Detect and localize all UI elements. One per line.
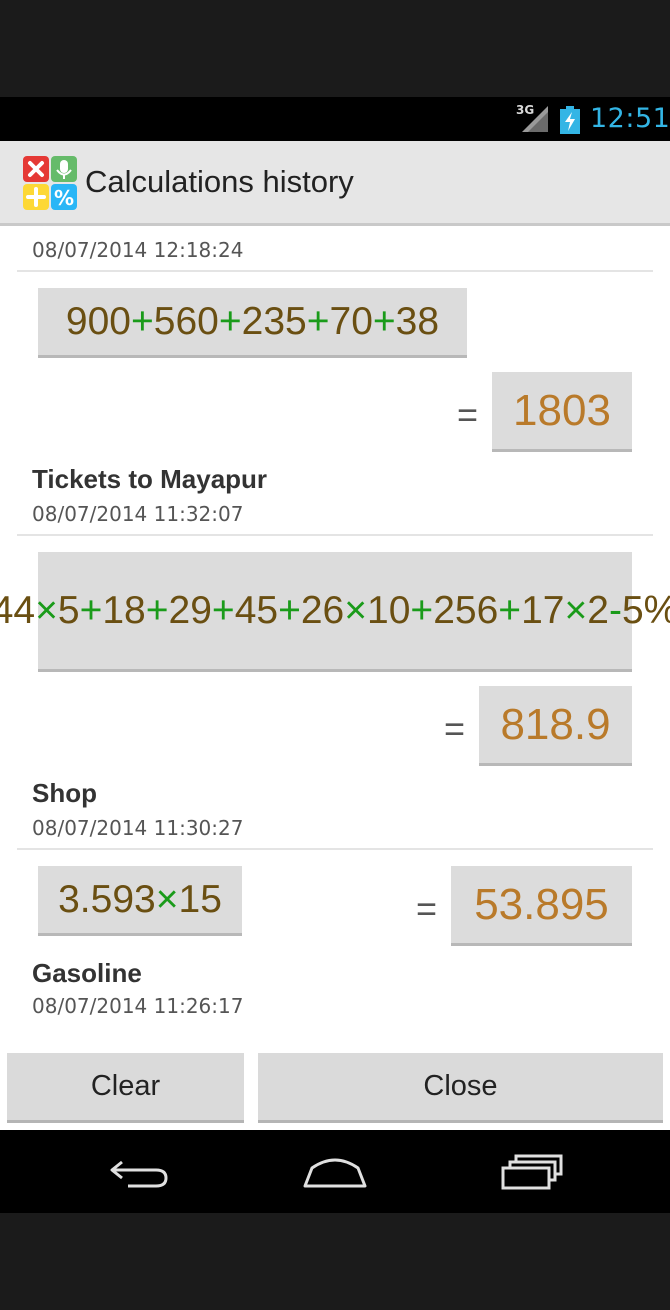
expression-box[interactable]: 3.593×15 xyxy=(38,866,242,936)
entry-date: 08/07/2014 11:30:27 xyxy=(32,816,244,840)
top-black-area xyxy=(0,0,670,97)
entry-name: Shop xyxy=(32,778,97,808)
expression-operand: 900 xyxy=(65,299,131,343)
equals-sign: = xyxy=(416,888,438,929)
expression-operand: 38 xyxy=(395,299,440,343)
equals-sign: = xyxy=(457,394,479,435)
expression-operand: 5% xyxy=(621,588,670,632)
expression-operand: 17 xyxy=(521,588,565,632)
expression-operand: 3.593 xyxy=(58,877,156,921)
expression-operand: 10 xyxy=(367,588,411,632)
svg-text:%: % xyxy=(54,186,74,210)
expression-box[interactable]: 44×5+18+29+45+26×10+256+17×2-5% xyxy=(0,552,670,672)
expression-operator: + xyxy=(410,588,434,632)
divider xyxy=(17,848,653,850)
expression-operator: + xyxy=(145,588,169,632)
entry-name: Tickets to Mayapur xyxy=(32,464,268,494)
expression-operator: × xyxy=(155,877,179,921)
entry-date: 08/07/2014 11:26:17 xyxy=(32,994,244,1018)
network-type-label: 3G xyxy=(516,103,535,117)
recents-icon[interactable] xyxy=(500,1152,564,1192)
expression-operand: 15 xyxy=(178,877,222,921)
expression-box[interactable]: 900+560+235+70+38 xyxy=(38,288,467,358)
expression-operator: + xyxy=(131,299,154,343)
divider xyxy=(17,534,653,536)
expression-operator: + xyxy=(306,299,330,343)
expression-text: 3.593×15 xyxy=(58,875,222,925)
expression-operator: × xyxy=(344,588,368,632)
expression-operator: × xyxy=(564,588,588,632)
status-clock: 12:51 xyxy=(590,103,670,134)
entry-date: 08/07/2014 12:18:24 xyxy=(32,238,244,262)
divider xyxy=(17,270,653,272)
expression-text: 900+560+235+70+38 xyxy=(66,297,439,347)
expression-operand: 45 xyxy=(234,588,279,632)
result-box[interactable]: 818.9 xyxy=(479,686,632,766)
history-list[interactable]: 08/07/2014 12:18:24 900+560+235+70+38 = … xyxy=(0,226,670,1042)
expression-operand: 5 xyxy=(57,588,80,632)
expression-operand: 29 xyxy=(168,588,212,632)
expression-operand: 70 xyxy=(329,299,373,343)
bottom-black-area xyxy=(0,1213,670,1310)
expression-operand: 560 xyxy=(153,299,219,343)
calculator-app-icon: % xyxy=(23,156,77,210)
page-title: Calculations history xyxy=(85,164,354,199)
expression-operator: + xyxy=(218,299,242,343)
expression-text: 44×5+18+29+45+26×10+256+17×2-5% xyxy=(0,586,670,636)
expression-operator: + xyxy=(211,588,235,632)
clear-button[interactable]: Clear xyxy=(7,1053,244,1123)
entry-name: Gasoline xyxy=(32,958,142,988)
expression-operator: × xyxy=(35,588,58,632)
home-icon[interactable] xyxy=(302,1152,368,1192)
expression-operator: + xyxy=(79,588,103,632)
expression-operand: 44 xyxy=(0,588,36,632)
result-box[interactable]: 53.895 xyxy=(451,866,632,946)
result-box[interactable]: 1803 xyxy=(492,372,632,452)
expression-operator: + xyxy=(372,299,396,343)
entry-date: 08/07/2014 11:32:07 xyxy=(32,502,244,526)
battery-charging-icon xyxy=(560,106,580,134)
expression-operator: - xyxy=(608,588,622,632)
back-icon[interactable] xyxy=(108,1152,172,1192)
close-button[interactable]: Close xyxy=(258,1053,663,1123)
expression-operand: 18 xyxy=(102,588,146,632)
expression-operator: + xyxy=(278,588,301,632)
expression-operator: + xyxy=(498,588,522,632)
equals-sign: = xyxy=(444,708,466,749)
expression-operand: 256 xyxy=(433,588,499,632)
expression-operand: 2 xyxy=(587,588,609,632)
expression-operand: 26 xyxy=(300,588,345,632)
expression-operand: 235 xyxy=(241,299,307,343)
